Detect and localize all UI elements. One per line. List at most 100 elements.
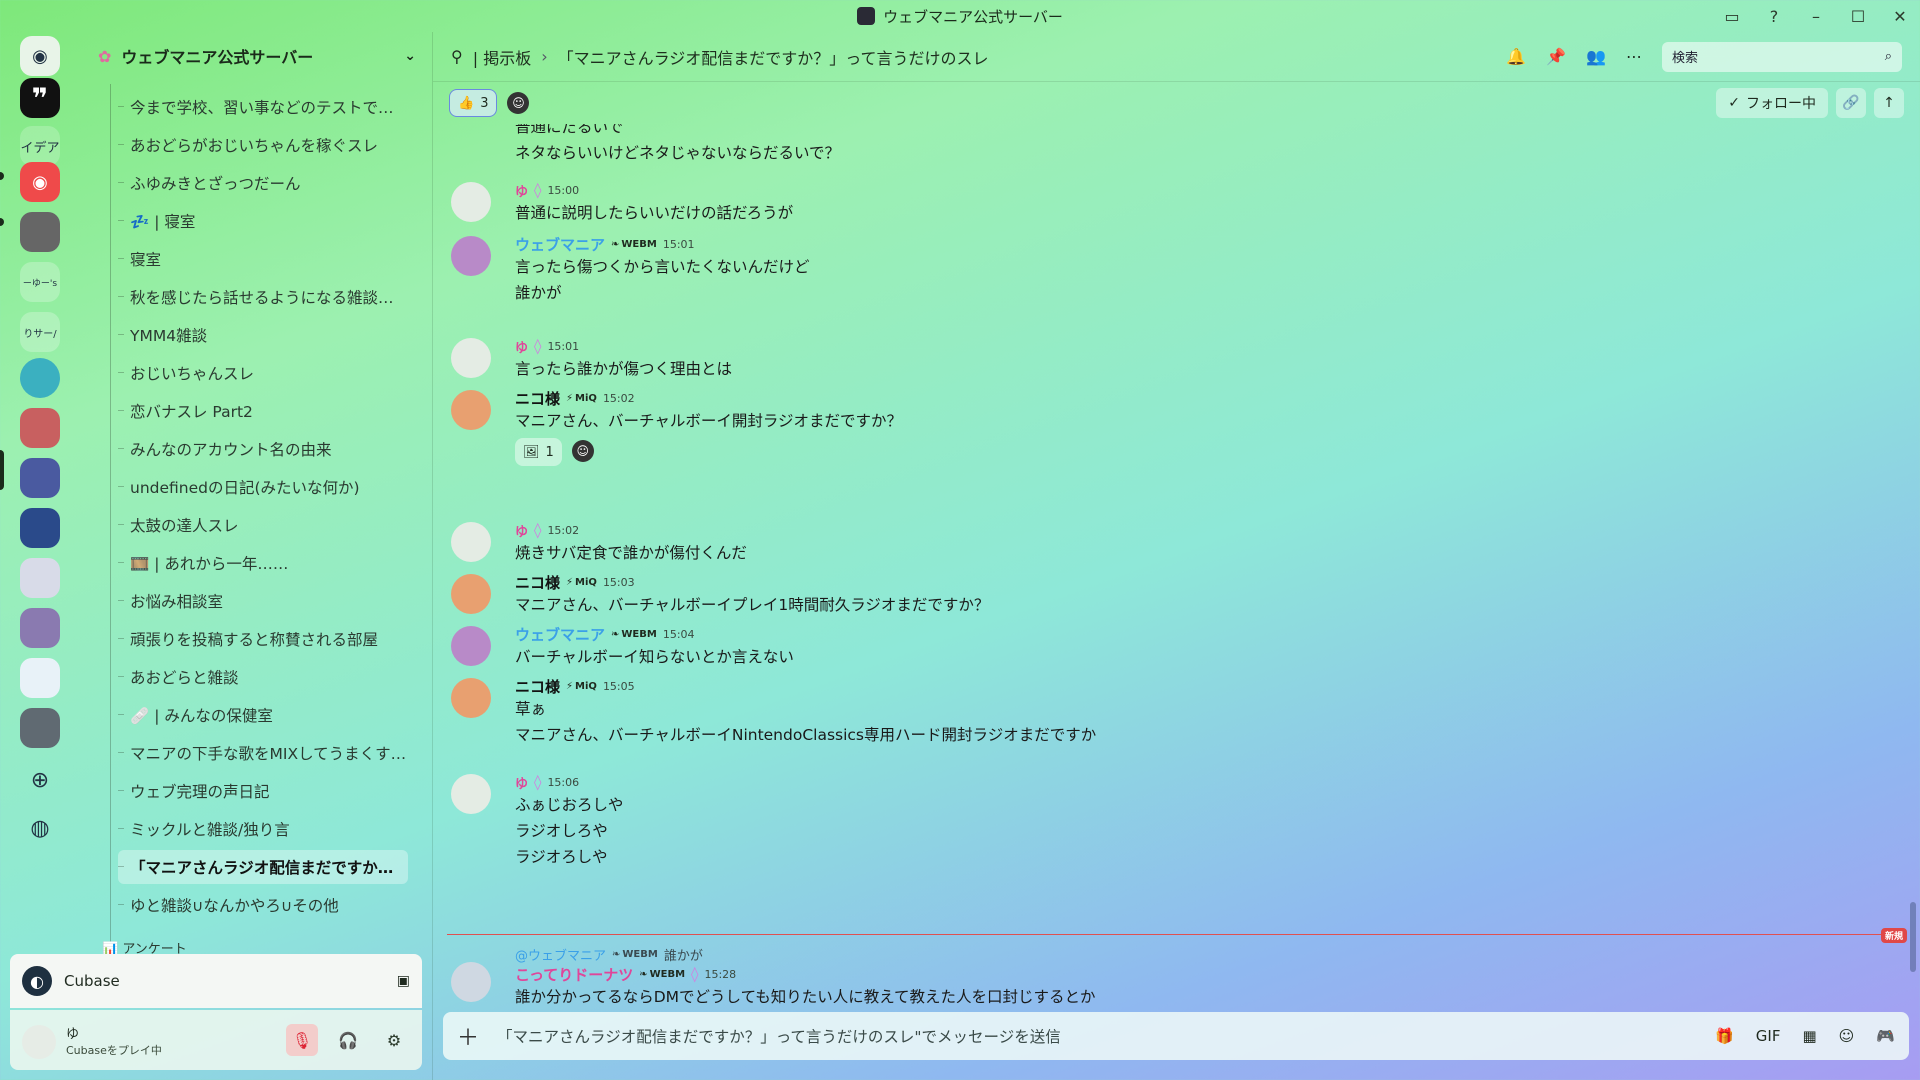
avatar[interactable]	[451, 236, 491, 276]
add-reaction-icon[interactable]: ☺	[571, 440, 594, 462]
avatar[interactable]	[451, 626, 491, 666]
more-icon[interactable]: ⋯	[1626, 47, 1642, 66]
breadcrumb-forum[interactable]: | 掲示板	[473, 45, 531, 69]
message-input[interactable]: 「マニアさんラジオ配信まだですか？」って言うだけのスレ"でメッセージを送信	[497, 1025, 1697, 1047]
server-k[interactable]	[20, 708, 60, 748]
avatar[interactable]	[451, 678, 491, 718]
reply-message[interactable]: @ウェブマニア ❧ WEBM 誰かが こってりドーナツ ❧ WEBM ◊ 15:28…	[451, 944, 1871, 1004]
search-input[interactable]: 検索 ⌕	[1662, 41, 1902, 72]
link-icon[interactable]: 🔗	[1836, 88, 1866, 118]
channel-item[interactable]: 恋バナスレ Part2	[118, 394, 408, 428]
message-author[interactable]: ウェブマニア	[515, 624, 605, 645]
channel-item[interactable]: お悩み相談室	[118, 584, 408, 618]
channel-item[interactable]: 太鼓の達人スレ	[118, 508, 408, 542]
help-icon[interactable]: ?	[1762, 7, 1786, 26]
server-f[interactable]	[20, 458, 60, 498]
message-author[interactable]: こってりドーナツ	[515, 964, 633, 985]
message-author[interactable]: ニコ様	[515, 388, 560, 409]
arrow-up-icon[interactable]: ↑	[1874, 88, 1904, 118]
settings-gear-icon[interactable]: ⚙	[378, 1024, 410, 1056]
custom-emoji-icon: 🖼	[523, 444, 540, 460]
server-b[interactable]: ーゆー's	[20, 262, 60, 302]
mute-microphone-button[interactable]: 🎙	[286, 1024, 318, 1056]
avatar[interactable]	[451, 390, 491, 430]
channel-item[interactable]: あおどらがおじいちゃんを稼ぐスレ	[118, 128, 408, 162]
channel-item[interactable]: マニアの下手な歌をMIXしてうまくす…	[118, 736, 408, 770]
message-author[interactable]: ウェブマニア	[515, 234, 605, 255]
message-author[interactable]: ゆ	[515, 181, 528, 200]
explore-button[interactable]: ◍	[20, 808, 60, 848]
server-j[interactable]	[20, 658, 60, 698]
channel-item[interactable]: 秋を感じたら話せるようになる雑談…	[118, 280, 408, 314]
channel-item[interactable]: おじいちゃんスレ	[118, 356, 408, 390]
avatar[interactable]	[451, 522, 491, 562]
sticker-icon[interactable]: ▦	[1802, 1027, 1816, 1045]
avatar[interactable]	[451, 574, 491, 614]
server-d[interactable]	[20, 358, 60, 398]
server-a[interactable]	[20, 212, 60, 252]
channel-item[interactable]: ふゆみきとざっつだーん	[118, 166, 408, 200]
home-button[interactable]: ◉	[20, 36, 60, 76]
inbox-icon[interactable]: ▭	[1720, 7, 1744, 26]
server-h[interactable]	[20, 558, 60, 598]
message-reaction[interactable]: 🖼 1	[515, 438, 562, 466]
message-author[interactable]: ゆ	[515, 337, 528, 356]
user-names[interactable]: ゆ Cubaseをプレイ中	[66, 1023, 162, 1058]
tag-leaf-icon: ❧	[612, 948, 621, 960]
avatar[interactable]	[451, 962, 491, 1002]
emoji-icon[interactable]: ☺	[1839, 1027, 1855, 1045]
activity-gamepad-icon[interactable]: 🎮	[1876, 1027, 1895, 1045]
server-discord[interactable]: ◉	[20, 162, 60, 202]
screen-share-icon[interactable]: ▣	[397, 973, 410, 989]
avatar[interactable]	[22, 1025, 56, 1059]
server-idea[interactable]: イデア	[20, 126, 60, 166]
server-i[interactable]	[20, 608, 60, 648]
channel-item[interactable]: ウェブ完理の声日記	[118, 774, 408, 808]
message-author[interactable]: ゆ	[515, 521, 528, 540]
follow-label: フォロー中	[1746, 96, 1816, 112]
lightning-icon: ⚡	[566, 576, 574, 588]
gif-icon[interactable]: GIF	[1756, 1027, 1781, 1045]
server-quote[interactable]: ❞	[20, 78, 60, 118]
channel-item[interactable]: ゆと雑談∪なんかやろ∪その他	[118, 888, 408, 922]
channel-item[interactable]: 今まで学校、習い事などのテストで…	[118, 90, 408, 124]
avatar[interactable]	[451, 182, 491, 222]
channel-item[interactable]: 「マニアさんラジオ配信まだですか…	[118, 850, 408, 884]
server-c[interactable]: りサー/	[20, 312, 60, 352]
add-reaction-icon[interactable]: ☺	[507, 92, 530, 114]
channel-item[interactable]: 🩹 | みんなの保健室	[118, 698, 408, 732]
reply-reference[interactable]: @ウェブマニア ❧ WEBM 誰かが	[515, 944, 1096, 964]
channel-item[interactable]: 🎞️ | あれから一年……	[118, 546, 408, 580]
attach-plus-icon[interactable]: ＋	[457, 1020, 479, 1052]
channel-item[interactable]: 頑張りを投稿すると称賛される部屋	[118, 622, 408, 656]
message-author[interactable]: ニコ様	[515, 572, 560, 593]
pin-icon[interactable]: 📌	[1546, 47, 1566, 66]
scrollbar[interactable]	[1910, 902, 1916, 972]
avatar[interactable]	[451, 338, 491, 378]
server-e[interactable]	[20, 408, 60, 448]
bell-icon[interactable]: 🔔	[1506, 47, 1526, 66]
message-author[interactable]: ゆ	[515, 773, 528, 792]
channel-item[interactable]: 💤 | 寝室	[118, 204, 408, 238]
activity-panel[interactable]: ◐ Cubase ▣	[10, 954, 422, 1008]
close-button[interactable]: ✕	[1888, 7, 1912, 26]
channel-item[interactable]: 寝室	[118, 242, 408, 276]
server-header[interactable]: ✿ ウェブマニア公式サーバー ⌄	[82, 34, 432, 78]
follow-button[interactable]: ✓ フォロー中	[1716, 88, 1828, 118]
server-name: ウェブマニア公式サーバー	[121, 48, 314, 67]
members-icon[interactable]: 👥	[1586, 47, 1606, 66]
add-server-button[interactable]: ⊕	[20, 760, 60, 800]
channel-item[interactable]: undefinedの日記(みたいな何か)	[118, 470, 408, 504]
gift-icon[interactable]: 🎁	[1715, 1027, 1734, 1045]
maximize-button[interactable]: ☐	[1846, 7, 1870, 26]
channel-item[interactable]: みんなのアカウント名の由来	[118, 432, 408, 466]
server-g[interactable]	[20, 508, 60, 548]
channel-item[interactable]: ミックルと雑談/独り言	[118, 812, 408, 846]
channel-item[interactable]: あおどらと雑談	[118, 660, 408, 694]
thumbs-up-reaction[interactable]: 👍 3	[449, 89, 498, 117]
message-author[interactable]: ニコ様	[515, 676, 560, 697]
minimize-button[interactable]: –	[1804, 7, 1828, 26]
avatar[interactable]	[451, 774, 491, 814]
channel-item[interactable]: YMM4雑談	[118, 318, 408, 352]
headphones-button[interactable]: 🎧	[332, 1024, 364, 1056]
